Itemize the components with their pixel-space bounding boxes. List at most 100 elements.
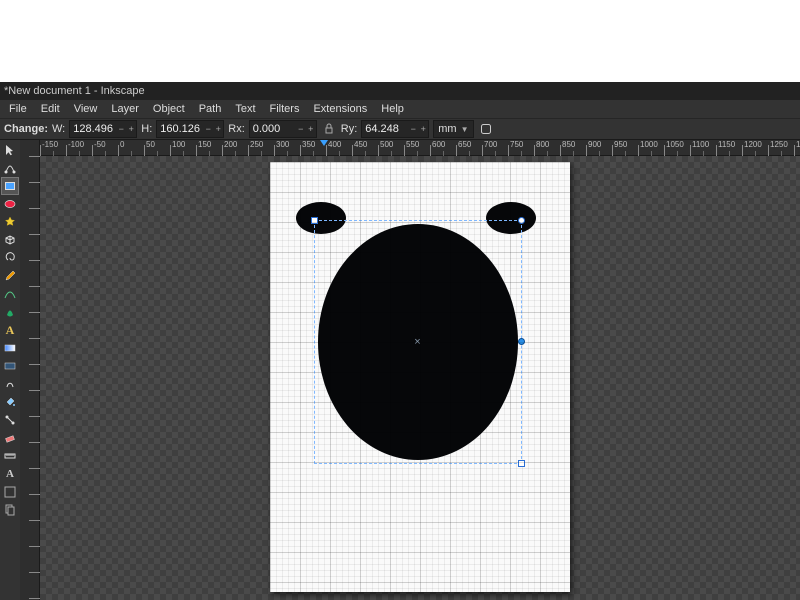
ruler-h-label: 850 — [562, 140, 575, 149]
tool-measure-icon[interactable] — [2, 448, 18, 464]
document-page — [270, 162, 570, 592]
tool-ellipse-icon[interactable] — [2, 196, 18, 212]
shape-ellipse-left[interactable] — [296, 202, 346, 234]
rx-inc-icon[interactable]: + — [306, 121, 316, 137]
rx-input[interactable] — [250, 123, 296, 135]
tool-calligraphy-icon[interactable] — [2, 304, 18, 320]
ruler-h-label: 1275 — [796, 140, 800, 149]
menu-filters[interactable]: Filters — [263, 101, 307, 117]
rx-dec-icon[interactable]: − — [296, 121, 306, 137]
menu-object[interactable]: Object — [146, 101, 192, 117]
ruler-h-label: 750 — [510, 140, 523, 149]
handle-e[interactable] — [518, 338, 525, 345]
selection-rectangle — [314, 220, 522, 464]
tool-bezier-icon[interactable] — [2, 286, 18, 302]
tool-node-icon[interactable] — [2, 160, 18, 176]
tool-spiral-icon[interactable] — [2, 250, 18, 266]
menu-layer[interactable]: Layer — [104, 101, 146, 117]
tool-lpe-icon[interactable]: A — [2, 466, 18, 482]
rx-label: Rx: — [228, 123, 245, 135]
ruler-horizontal[interactable]: -150-100-5005010015020025030035040045050… — [40, 140, 800, 156]
ruler-vertical[interactable] — [20, 140, 40, 600]
menubar: File Edit View Layer Object Path Text Fi… — [0, 100, 800, 118]
titlebar: *New document 1 - Inkscape — [0, 82, 800, 100]
workspace: A A -150-100-500501001502002503003504004… — [0, 140, 800, 600]
ruler-h-label: -150 — [42, 140, 58, 149]
canvas-zone: -150-100-5005010015020025030035040045050… — [20, 140, 800, 600]
ruler-h-label: -50 — [94, 140, 106, 149]
menu-text[interactable]: Text — [228, 101, 262, 117]
shape-ellipse-main[interactable] — [318, 224, 518, 460]
tool-tweak-icon[interactable] — [2, 376, 18, 392]
menu-edit[interactable]: Edit — [34, 101, 67, 117]
menu-path[interactable]: Path — [192, 101, 229, 117]
tool-pencil-icon[interactable] — [2, 268, 18, 284]
tool-3dbox-icon[interactable] — [2, 232, 18, 248]
ruler-h-label: 150 — [198, 140, 211, 149]
rotation-center-icon[interactable] — [413, 337, 422, 346]
ruler-h-label: 800 — [536, 140, 549, 149]
menu-file[interactable]: File — [2, 101, 34, 117]
app-window: *New document 1 - Inkscape File Edit Vie… — [0, 82, 800, 600]
tool-text-icon[interactable]: A — [2, 322, 18, 338]
tool-eraser-icon[interactable] — [2, 430, 18, 446]
h-input[interactable] — [157, 123, 203, 135]
ruler-h-label: 1000 — [640, 140, 658, 149]
ruler-h-label: 1100 — [692, 140, 709, 149]
ruler-h-marker — [320, 140, 328, 146]
ry-field[interactable]: − + — [361, 120, 429, 138]
tool-selector-icon[interactable] — [2, 142, 18, 158]
ry-input[interactable] — [362, 123, 408, 135]
canvas-viewport[interactable] — [40, 156, 800, 600]
ruler-h-label: 400 — [328, 140, 341, 149]
letterbox-top — [0, 0, 800, 82]
shape-ellipse-right[interactable] — [486, 202, 536, 234]
ruler-h-label: 500 — [380, 140, 393, 149]
ruler-h-label: 950 — [614, 140, 627, 149]
window-title: *New document 1 - Inkscape — [4, 85, 796, 97]
h-label: H: — [141, 123, 152, 135]
unit-label: mm — [438, 123, 456, 135]
tool-rectangle-icon[interactable] — [2, 178, 18, 194]
h-dec-icon[interactable]: − — [203, 121, 213, 137]
ruler-h-label: 350 — [302, 140, 315, 149]
ry-label: Ry: — [341, 123, 358, 135]
ruler-h-label: 550 — [406, 140, 419, 149]
w-field[interactable]: − + — [69, 120, 137, 138]
tool-dropper-icon[interactable] — [2, 358, 18, 374]
rx-field[interactable]: − + — [249, 120, 317, 138]
ry-inc-icon[interactable]: + — [418, 121, 428, 137]
handle-ne[interactable] — [518, 217, 525, 224]
ruler-h-label: -100 — [68, 140, 84, 149]
h-inc-icon[interactable]: + — [213, 121, 223, 137]
w-inc-icon[interactable]: + — [126, 121, 136, 137]
w-input[interactable] — [70, 123, 116, 135]
ruler-h-label: 900 — [588, 140, 601, 149]
ry-dec-icon[interactable]: − — [408, 121, 418, 137]
ruler-h-label: 450 — [354, 140, 367, 149]
w-dec-icon[interactable]: − — [116, 121, 126, 137]
ruler-h-label: 1250 — [770, 140, 788, 149]
handle-se[interactable] — [518, 460, 525, 467]
ruler-h-label: 250 — [250, 140, 263, 149]
ruler-h-label: 1050 — [666, 140, 684, 149]
ruler-h-label: 1150 — [718, 140, 735, 149]
w-label: W: — [52, 123, 65, 135]
unit-selector[interactable]: mm ▼ — [433, 120, 473, 138]
menu-view[interactable]: View — [67, 101, 105, 117]
tool-connector-icon[interactable] — [2, 412, 18, 428]
tool-pages-icon[interactable] — [2, 502, 18, 518]
ruler-h-label: 100 — [172, 140, 185, 149]
tool-gradient-icon[interactable] — [2, 340, 18, 356]
tool-star-icon[interactable] — [2, 214, 18, 230]
menu-extensions[interactable]: Extensions — [306, 101, 374, 117]
tool-controls-bar: Change: W: − + H: − + Rx: − + — [0, 118, 800, 140]
handle-nw[interactable] — [311, 217, 318, 224]
ruler-h-label: 200 — [224, 140, 237, 149]
menu-help[interactable]: Help — [374, 101, 411, 117]
h-field[interactable]: − + — [156, 120, 224, 138]
tool-spray-icon[interactable] — [2, 484, 18, 500]
reset-corners-icon[interactable] — [478, 121, 494, 137]
lock-rx-ry-icon[interactable] — [321, 121, 337, 137]
tool-paintbucket-icon[interactable] — [2, 394, 18, 410]
